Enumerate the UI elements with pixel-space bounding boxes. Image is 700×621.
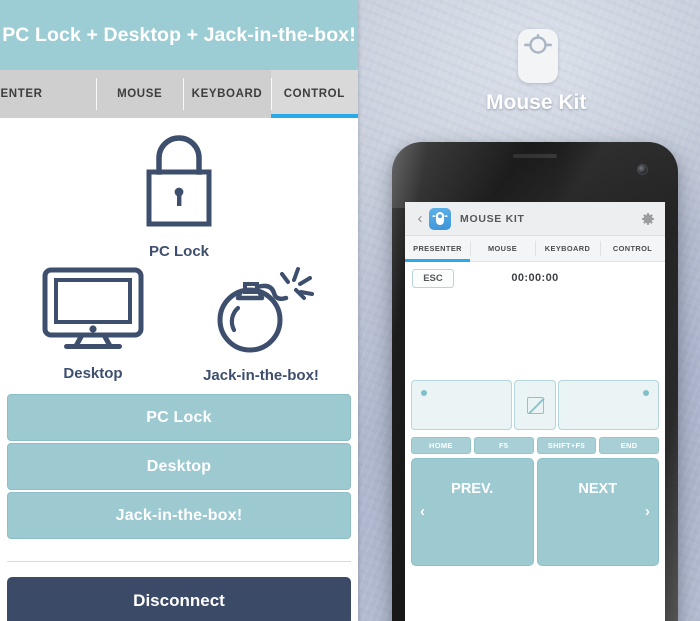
tab-mouse[interactable]: MOUSE bbox=[96, 70, 184, 118]
control-tab-content: PC Lock Desktop Jack-in-the-box! PC Lock… bbox=[0, 118, 358, 621]
tab-mouse-label: MOUSE bbox=[117, 88, 163, 100]
app-header: ‹ MOUSE KIT bbox=[405, 202, 665, 236]
phone-screen: ‹ MOUSE KIT PRESENTER MOUSE KEYBOARD CON… bbox=[405, 202, 665, 621]
presenter-top-area: ESC 00:00:00 bbox=[405, 262, 665, 380]
next-slide-button[interactable]: NEXT › bbox=[536, 458, 659, 566]
app-tab-presenter[interactable]: PRESENTER bbox=[405, 236, 470, 262]
left-zone-dot-icon bbox=[421, 390, 427, 396]
screenshot-root: PC Lock + Desktop + Jack-in-the-box! ESE… bbox=[0, 0, 700, 621]
page-title: PC Lock + Desktop + Jack-in-the-box! bbox=[0, 0, 358, 70]
gear-icon[interactable] bbox=[639, 210, 657, 228]
tab-keyboard[interactable]: KEYBOARD bbox=[183, 70, 271, 118]
right-zone-dot-icon bbox=[643, 390, 649, 396]
left-click-zone[interactable] bbox=[411, 380, 512, 430]
app-tab-mouse-label: MOUSE bbox=[487, 244, 518, 253]
jack-in-the-box-button[interactable]: Jack-in-the-box! bbox=[7, 492, 351, 539]
desktop-button[interactable]: Desktop bbox=[7, 443, 351, 490]
app-tab-presenter-label: PRESENTER bbox=[413, 244, 462, 253]
touchpad-row bbox=[411, 380, 659, 430]
mouse-kit-app-icon bbox=[429, 207, 451, 230]
tab-bar: ESENTER MOUSE KEYBOARD CONTROL bbox=[0, 70, 358, 118]
app-tab-bar: PRESENTER MOUSE KEYBOARD CONTROL bbox=[405, 236, 665, 262]
app-tab-keyboard-label: KEYBOARD bbox=[544, 244, 591, 253]
gear-glyph-icon bbox=[642, 212, 654, 225]
right-click-zone[interactable] bbox=[558, 380, 659, 430]
tab-presenter-label: ESENTER bbox=[0, 88, 43, 100]
action-button-stack: PC Lock Desktop Jack-in-the-box! bbox=[7, 394, 351, 541]
prev-slide-button[interactable]: PREV. ‹ bbox=[411, 458, 534, 566]
app-tab-control-label: CONTROL bbox=[612, 244, 653, 253]
presenter-timer: 00:00:00 bbox=[511, 272, 559, 284]
divider bbox=[7, 561, 351, 562]
touchpad-disabled-icon bbox=[526, 396, 544, 414]
icon-illustrations: PC Lock Desktop Jack-in-the-box! bbox=[0, 118, 358, 390]
chevron-right-icon: › bbox=[645, 503, 650, 520]
jack-in-the-box-caption: Jack-in-the-box! bbox=[203, 367, 319, 384]
phone-gloss bbox=[392, 142, 678, 208]
logo-title: Mouse Kit bbox=[486, 91, 587, 114]
pc-lock-button[interactable]: PC Lock bbox=[7, 394, 351, 441]
shortcut-home-button[interactable]: HOME bbox=[411, 437, 471, 454]
phone-camera bbox=[637, 164, 648, 175]
next-slide-label: NEXT bbox=[578, 481, 618, 497]
app-mouse-glyph-icon bbox=[432, 211, 448, 225]
app-tab-control[interactable]: CONTROL bbox=[600, 236, 665, 261]
desktop-app-panel: PC Lock + Desktop + Jack-in-the-box! ESE… bbox=[0, 0, 358, 621]
monitor-icon bbox=[42, 267, 144, 349]
pc-lock-illustration: PC Lock bbox=[119, 130, 239, 260]
desktop-illustration: Desktop bbox=[30, 264, 156, 382]
touchpad-disabled-button[interactable] bbox=[514, 380, 556, 430]
tab-control-label: CONTROL bbox=[283, 88, 345, 100]
slide-nav-row: PREV. ‹ NEXT › bbox=[411, 458, 659, 566]
tab-keyboard-label: KEYBOARD bbox=[191, 88, 263, 100]
app-tab-keyboard[interactable]: KEYBOARD bbox=[535, 236, 600, 261]
shortcut-f5-button[interactable]: F5 bbox=[473, 437, 534, 454]
shortcut-key-row: HOME F5 SHIFT+F5 END bbox=[411, 437, 659, 454]
tab-control[interactable]: CONTROL bbox=[270, 70, 358, 118]
mouse-kit-badge-icon bbox=[518, 29, 558, 83]
chevron-left-icon: ‹ bbox=[420, 503, 425, 520]
app-title: MOUSE KIT bbox=[460, 212, 525, 225]
prev-slide-label: PREV. bbox=[451, 481, 494, 497]
desktop-caption: Desktop bbox=[63, 365, 123, 382]
jack-in-the-box-illustration: Jack-in-the-box! bbox=[193, 258, 329, 384]
disconnect-button[interactable]: Disconnect bbox=[7, 577, 351, 621]
tab-presenter[interactable]: ESENTER bbox=[0, 70, 96, 118]
phone-mockup: ‹ MOUSE KIT PRESENTER MOUSE KEYBOARD CON… bbox=[392, 142, 678, 621]
shortcut-shift-f5-button[interactable]: SHIFT+F5 bbox=[536, 437, 597, 454]
mouse-kit-logo: Mouse Kit bbox=[486, 29, 586, 115]
chevron-left-icon[interactable]: ‹ bbox=[413, 210, 427, 227]
bomb-icon bbox=[217, 267, 314, 353]
mouse-glyph-icon bbox=[524, 34, 552, 54]
padlock-icon bbox=[146, 135, 212, 227]
shortcut-end-button[interactable]: END bbox=[599, 437, 659, 454]
phone-speaker bbox=[513, 154, 557, 158]
app-tab-mouse[interactable]: MOUSE bbox=[470, 236, 535, 261]
